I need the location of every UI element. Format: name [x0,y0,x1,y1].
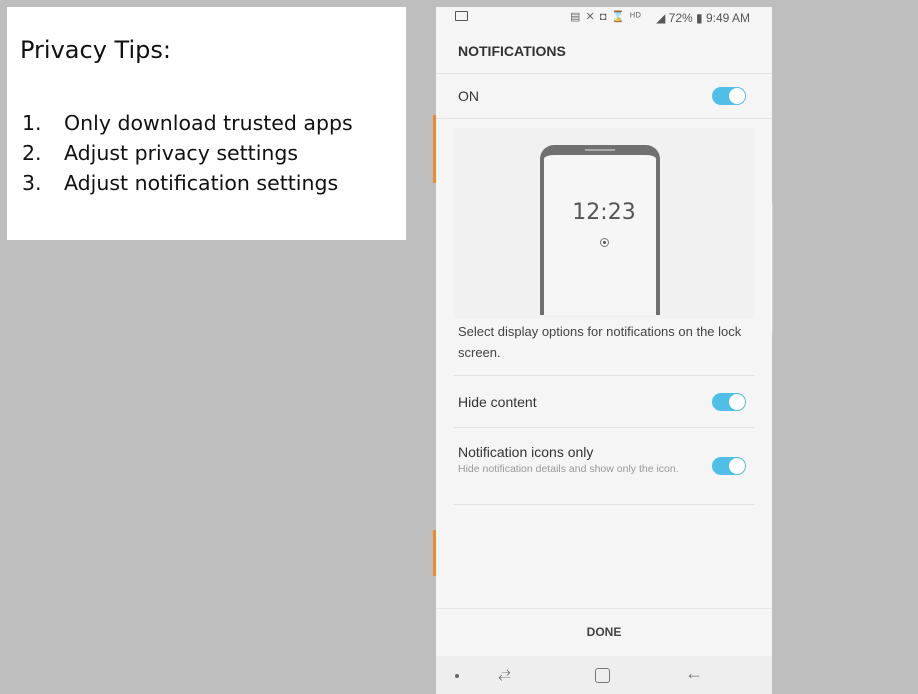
speaker-icon [585,149,615,151]
tip-text: Adjust privacy settings [64,141,299,165]
status-bar: ▤ ✕ ◘ ⌛ ᴴᴰ ◢ 72% ▮ 9:49 AM [436,7,772,31]
icons-only-label: Notification icons only [458,444,594,460]
description-text: Select display options for notifications… [458,324,742,360]
status-signal-battery-time: ◢ 72% ▮ 9:49 AM [656,11,750,25]
tip-number: 3. [22,171,42,195]
icons-only-switch[interactable] [712,457,746,475]
home-icon[interactable] [595,668,610,683]
tip-item: 3. Adjust notification settings [22,168,353,198]
tip-item: 1. Only download trusted apps [22,108,353,138]
tips-title: Privacy Tips: [20,36,171,64]
recent-apps-icon[interactable]: ⥄ [498,665,511,683]
phone-screen: ▤ ✕ ◘ ⌛ ᴴᴰ ◢ 72% ▮ 9:49 AM NOTIFICATIONS… [436,7,772,694]
divider [436,118,772,119]
status-icons: ▤ ✕ ◘ ⌛ ᴴᴰ [570,11,642,23]
done-bar: DONE [436,608,772,657]
nav-dot-icon[interactable] [455,674,459,678]
tip-number: 2. [22,141,42,165]
divider [454,375,754,376]
hide-content-label: Hide content [458,394,537,410]
preview-time: 12:23 [572,200,636,225]
master-toggle-label: ON [458,88,479,104]
page-title: NOTIFICATIONS [458,43,566,59]
master-toggle-row[interactable]: ON [436,74,772,118]
privacy-tips-box: Privacy Tips: 1. Only download trusted ap… [7,7,406,240]
master-toggle-switch[interactable] [712,87,746,105]
divider [454,504,754,505]
tips-list: 1. Only download trusted apps 2. Adjust pr… [22,108,353,198]
phone-outline-icon [540,145,660,315]
icons-only-subtext: Hide notification details and show only … [458,463,679,475]
back-icon[interactable]: ← [685,663,703,684]
tip-number: 1. [22,111,42,135]
tip-text: Adjust notification settings [64,171,339,195]
fingerprint-dot-icon [600,238,609,247]
divider [454,427,754,428]
hide-content-switch[interactable] [712,393,746,411]
gallery-icon [455,11,468,21]
navigation-bar: ⥄ ← [436,656,772,694]
done-button[interactable]: DONE [436,625,772,639]
tip-text: Only download trusted apps [64,111,353,135]
tip-item: 2. Adjust privacy settings [22,138,353,168]
